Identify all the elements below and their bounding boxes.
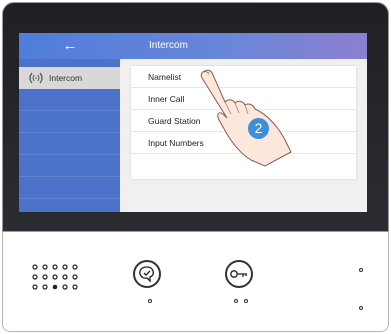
step-number: 2	[254, 120, 263, 136]
title-bar: ← Intercom	[19, 33, 367, 59]
sidebar-item-label: Intercom	[49, 73, 83, 83]
sidebar: Intercom	[19, 59, 120, 212]
indoor-monitor-device: ← Intercom Intercom Namelist Inner Call …	[0, 0, 391, 334]
step-badge: 2	[248, 118, 269, 139]
talk-button[interactable]	[133, 260, 161, 288]
sidebar-divider-row	[19, 177, 120, 199]
unlock-indicator-led	[244, 299, 248, 303]
page-title: Intercom	[149, 40, 188, 51]
sidebar-divider-row	[19, 111, 120, 133]
status-led	[359, 268, 363, 272]
sidebar-divider-row	[19, 133, 120, 155]
menu-item-label: Namelist	[148, 72, 182, 82]
sidebar-divider-row	[19, 89, 120, 111]
unlock-indicator-led	[234, 299, 238, 303]
status-led	[359, 306, 363, 310]
sidebar-item-intercom[interactable]: Intercom	[19, 67, 120, 89]
intercom-icon	[29, 72, 43, 84]
left-arrow-icon: ←	[62, 37, 78, 54]
talk-indicator-led	[148, 299, 152, 303]
talk-icon	[139, 266, 155, 283]
sidebar-divider-row	[19, 155, 120, 177]
speaker-grille-icon	[32, 264, 78, 290]
menu-item-label: Guard Station	[148, 116, 201, 126]
back-button[interactable]: ←	[57, 37, 83, 55]
unlock-button[interactable]	[225, 260, 253, 288]
key-unlock-icon	[230, 270, 247, 278]
control-panel	[2, 232, 389, 332]
menu-item-label: Inner Call	[148, 94, 185, 104]
